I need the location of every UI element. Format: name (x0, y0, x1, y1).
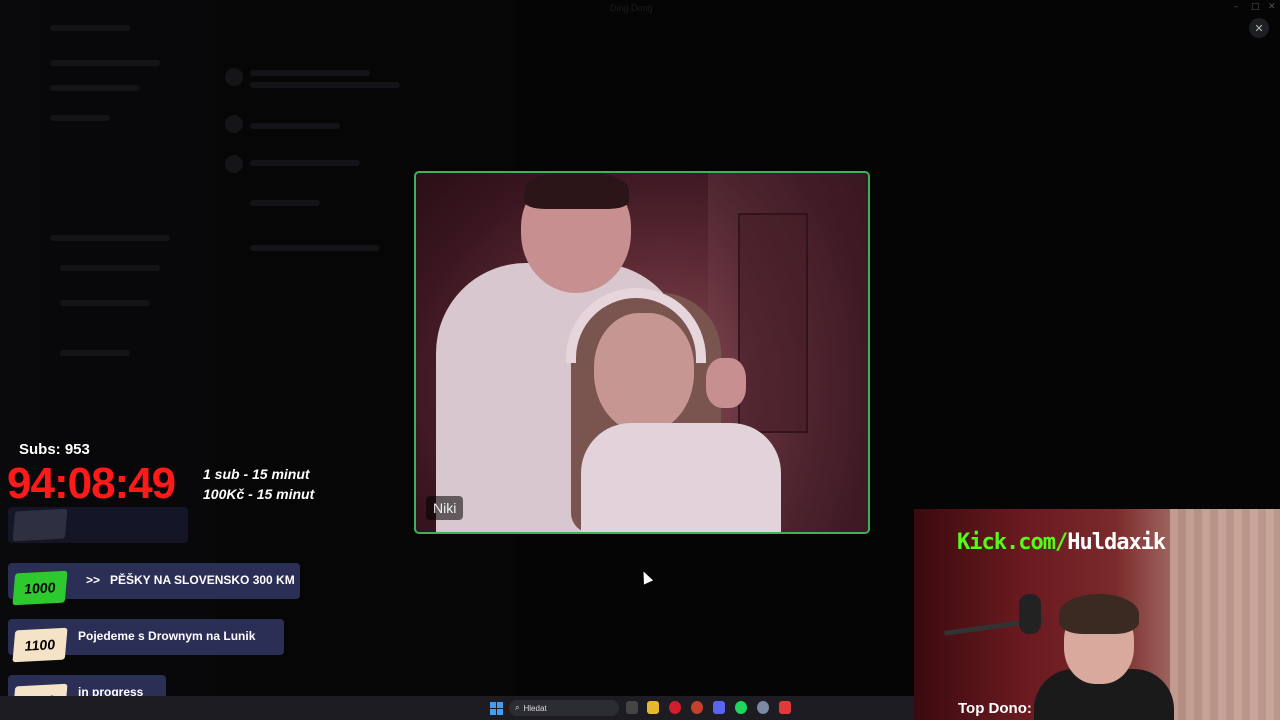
windows-start-icon[interactable] (490, 702, 503, 715)
subathon-timer: 94:08:49 (7, 459, 176, 508)
participant-video-tile[interactable]: Niki (414, 171, 870, 534)
task-view-icon[interactable] (626, 701, 638, 714)
rate-sub: 1 sub - 15 minut (203, 466, 310, 482)
search-placeholder: Hledat (523, 703, 547, 713)
participant-name-label: Niki (426, 496, 464, 520)
opera-icon[interactable] (669, 701, 681, 714)
maximize-button[interactable]: □ (1251, 2, 1260, 12)
close-icon: ✕ (1254, 21, 1264, 35)
spotify-icon[interactable] (735, 701, 747, 714)
close-fullscreen-button[interactable]: ✕ (1249, 18, 1269, 38)
window-title: Ding Dong (610, 3, 653, 13)
calendar-icon[interactable] (779, 701, 791, 714)
rate-donation: 100Kč - 15 minut (203, 486, 315, 502)
kick-channel-url: Kick.com/Huldaxik (957, 530, 1166, 555)
search-icon: ⌕ (515, 703, 520, 712)
window-close-button[interactable]: ✕ (1268, 2, 1276, 12)
goal-amount-badge: 1000 (12, 570, 68, 606)
minimize-button[interactable]: – (1234, 2, 1239, 12)
goal-text: Pojedeme s Drownym na Lunik (78, 629, 256, 643)
goal-text: PĚŠKY NA SLOVENSKO 300 KM (110, 573, 295, 587)
discord-icon[interactable] (713, 701, 725, 714)
settings-icon[interactable] (757, 701, 769, 714)
microphone-icon (1019, 594, 1041, 634)
taskbar-search[interactable]: ⌕ Hledat (509, 700, 619, 716)
file-explorer-icon[interactable] (647, 701, 659, 714)
subs-counter: Subs: 953 (19, 441, 90, 458)
goal-amount-badge: 1100 (12, 627, 68, 663)
chevron-right-icon: >> (86, 573, 101, 587)
streamer-webcam: Kick.com/Huldaxik Top Dono: (914, 509, 1280, 720)
taskbar (0, 696, 914, 720)
chrome-icon[interactable] (691, 701, 703, 714)
top-dono-label: Top Dono: (958, 700, 1032, 717)
